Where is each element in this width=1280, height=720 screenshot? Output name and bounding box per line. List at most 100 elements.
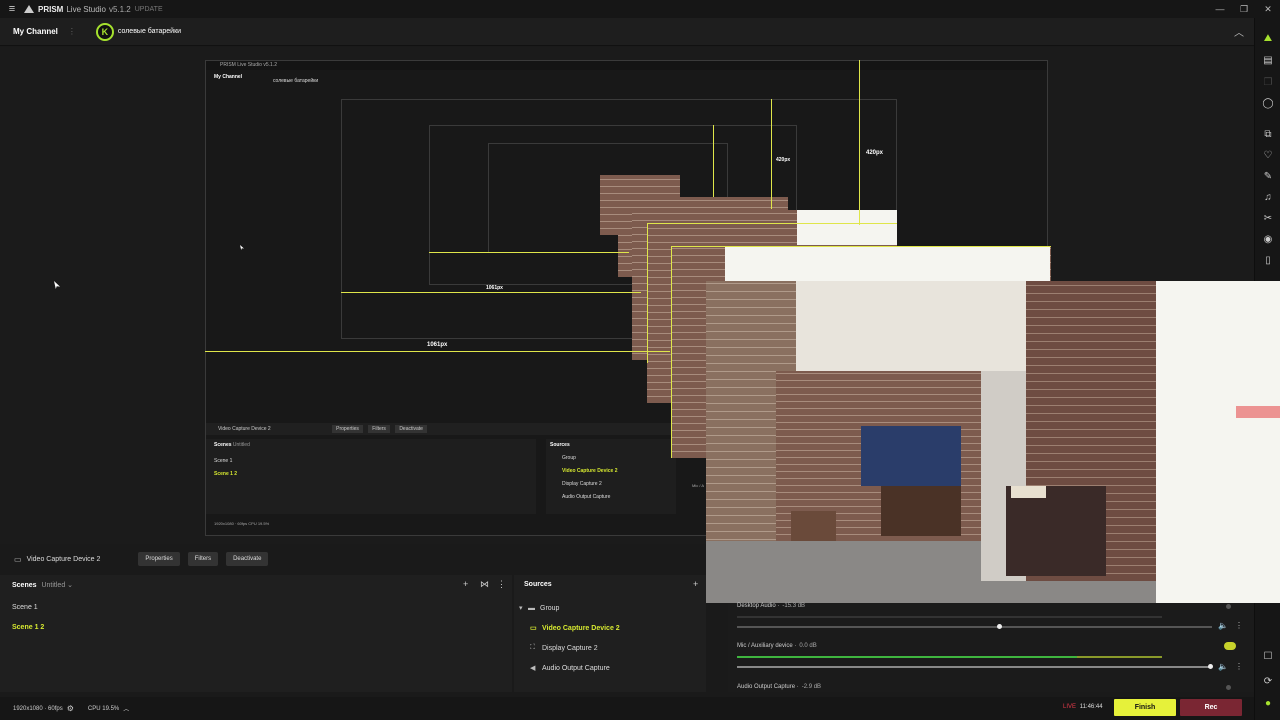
chevron-up-icon[interactable]: ︿: [123, 704, 129, 713]
source-label: Video Capture Device 2: [542, 624, 620, 632]
track-more-icon[interactable]: ⋮: [1235, 662, 1243, 671]
guide-line: [429, 252, 629, 253]
selection-border: [671, 246, 1051, 247]
settings-gear-icon[interactable]: ⚙: [67, 704, 74, 713]
track-db: -2.9 dB: [801, 684, 822, 690]
title-bar: ≡ PRISM Live Studio v5.1.2 UPDATE: [0, 0, 1280, 18]
camera-frame[interactable]: [706, 281, 1280, 603]
source-item[interactable]: ▾ ▬ Group: [519, 604, 559, 613]
pixel-label: 420px: [866, 150, 884, 156]
transition-icon[interactable]: ⋈: [480, 579, 489, 590]
nested-scene-1: Scene 1: [214, 458, 233, 464]
display-icon: ⛶: [530, 644, 535, 651]
scene-item[interactable]: Scene 1: [12, 604, 38, 611]
mixer-track: Desktop Audio · -15.3 dB: [737, 603, 806, 609]
guide-line: [859, 60, 860, 225]
volume-slider[interactable]: [737, 626, 1212, 628]
volume-knob[interactable]: [997, 624, 1002, 629]
volume-slider[interactable]: [737, 666, 1212, 668]
add-source-icon[interactable]: +: [693, 579, 698, 589]
nested-sources-panel: Sources Group Video Capture Device 2 Dis…: [546, 439, 676, 514]
copy-icon[interactable]: ⧉: [1260, 126, 1276, 142]
nested-sources-title: Sources: [550, 442, 570, 448]
guide-line: [771, 99, 772, 209]
filters-button[interactable]: Filters: [187, 552, 219, 566]
finish-button[interactable]: Finish: [1114, 699, 1176, 716]
channel-avatar[interactable]: K: [95, 22, 114, 41]
monitor-toggle[interactable]: [1224, 642, 1236, 650]
track-more-icon[interactable]: ⋮: [1235, 621, 1243, 630]
update-link[interactable]: UPDATE: [135, 6, 163, 13]
selection-border: [671, 246, 672, 458]
beauty-icon[interactable]: ✂: [1260, 210, 1276, 226]
mixer-track: Mic / Auxiliary device · 0.0 dB: [737, 643, 817, 649]
add-scene-icon[interactable]: +: [463, 579, 468, 589]
speaker-icon: ◀: [530, 665, 536, 672]
chat-icon[interactable]: ◯: [1260, 95, 1276, 111]
source-item-active[interactable]: ▭ Video Capture Device 2: [530, 624, 620, 633]
selection-border: [647, 223, 648, 363]
nested-channel-name: солевые батарейки: [273, 78, 319, 84]
camera-icon: ▭: [530, 625, 537, 632]
volume-knob[interactable]: [1208, 664, 1213, 669]
scene-more-icon[interactable]: ⋮: [497, 579, 506, 590]
my-channel-label[interactable]: My Channel: [13, 27, 58, 36]
source-toolbar: ▭ Video Capture Device 2 Properties Filt…: [0, 548, 706, 570]
scenes-title: Scenes: [12, 582, 37, 589]
nested-dc: Display Capture 2: [562, 481, 602, 487]
deactivate-button[interactable]: Deactivate: [226, 552, 269, 566]
music-icon[interactable]: ♫: [1260, 189, 1276, 205]
mute-dot[interactable]: [1226, 604, 1231, 609]
notice-icon[interactable]: ☐: [1260, 648, 1276, 664]
prism-plus-icon[interactable]: ●: [1260, 695, 1276, 711]
nested-mic: Mic / A: [692, 483, 705, 488]
nested-scene-2: Scene 1 2: [214, 471, 238, 477]
expand-arrow-icon[interactable]: ▾: [519, 604, 528, 612]
selection-border: [647, 223, 897, 224]
folder-icon: ▬: [528, 604, 535, 612]
mute-dot[interactable]: [1226, 685, 1231, 690]
nested-untitled: Untitled: [232, 442, 250, 448]
live-time: 11:46:44: [1079, 704, 1103, 710]
license-plate: [1011, 486, 1046, 498]
channel-bar: My Channel ⋮ K солевые батарейки ︿: [0, 18, 1254, 46]
guide-line: [205, 351, 670, 352]
layout-icon[interactable]: ▤: [1260, 52, 1276, 68]
tv-screen: [861, 426, 961, 486]
source-item[interactable]: ◀ Audio Output Capture: [530, 664, 610, 673]
window-controls: — ❐ ✕: [1208, 0, 1280, 18]
speaker-icon[interactable]: 🔈: [1218, 662, 1228, 671]
chevron-up-icon[interactable]: ︿: [1234, 24, 1244, 39]
window-light: [725, 246, 1050, 281]
rotate-icon[interactable]: ⟳: [1260, 673, 1276, 689]
sticker-icon[interactable]: ✎: [1260, 168, 1276, 184]
nested-group: Group: [562, 455, 576, 461]
camera-icon[interactable]: ◉: [1260, 231, 1276, 247]
duplicate-icon: ❐: [1263, 76, 1273, 88]
heart-icon[interactable]: ♡: [1260, 147, 1276, 163]
close-icon[interactable]: ✕: [1256, 0, 1280, 18]
source-item[interactable]: ⛶ Display Capture 2: [530, 644, 598, 652]
mixer-track: Audio Output Capture · -2.9 dB: [737, 684, 822, 690]
app-name: PRISM: [38, 4, 64, 14]
pixel-label: 1061px: [486, 285, 503, 291]
pixel-label: 1061px: [427, 342, 448, 348]
menu-icon[interactable]: ≡: [0, 3, 24, 15]
prism-lens-icon[interactable]: ⛰: [1260, 30, 1276, 46]
properties-button[interactable]: Properties: [138, 552, 180, 566]
scene-collection-dropdown[interactable]: Untitled ⌄: [41, 582, 73, 589]
sources-panel: Sources + ▾ ▬ Group ▭ Video Capture Devi…: [514, 575, 706, 692]
scene-collection-label: Untitled: [41, 582, 66, 589]
nested-properties: Properties: [332, 425, 363, 433]
scene-item-active[interactable]: Scene 1 2: [12, 624, 44, 631]
scenes-panel: Scenes Untitled ⌄ + ⋈ ⋮ Scene 1 Scene 1 …: [0, 575, 512, 692]
maximize-icon[interactable]: ❐: [1232, 0, 1256, 18]
dresser: [881, 486, 961, 536]
speaker-muted-icon[interactable]: 🔈: [1218, 621, 1228, 630]
rec-button[interactable]: Rec: [1180, 699, 1242, 716]
pixel-label: 420px: [776, 157, 791, 163]
more-icon[interactable]: ⋮: [68, 27, 76, 36]
minimize-icon[interactable]: —: [1208, 0, 1232, 18]
nested-my-channel: My Channel: [214, 74, 243, 80]
battery-icon[interactable]: ▯: [1260, 252, 1276, 268]
